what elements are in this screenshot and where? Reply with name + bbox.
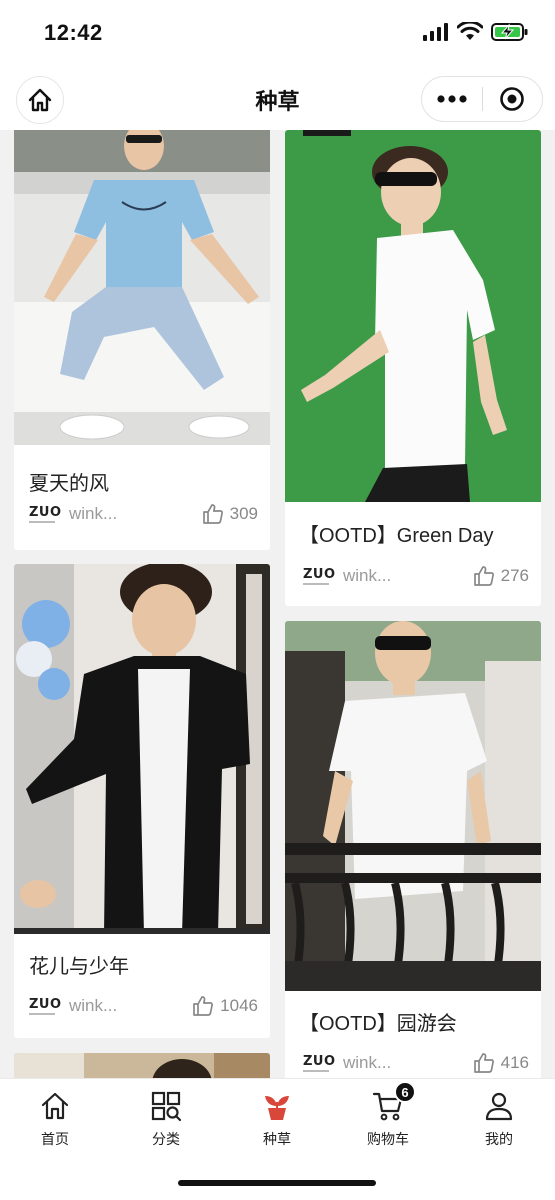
miniprogram-capsule (421, 76, 543, 122)
card-title: 【OOTD】园游会 (299, 1013, 457, 1035)
category-icon (151, 1091, 182, 1122)
close-miniprogram-button[interactable] (483, 77, 543, 121)
outfit-photo (14, 564, 270, 934)
battery-charging-icon (491, 23, 528, 41)
thumbs-up-icon (473, 1053, 494, 1073)
thumbs-up-icon (193, 996, 214, 1016)
like-count: 416 (500, 1053, 529, 1072)
tab-cart[interactable]: 6 购物车 (338, 1081, 438, 1149)
tab-label: 首页 (41, 1131, 69, 1147)
card-meta: ZUO wink... 309 (29, 502, 258, 526)
feed-card[interactable]: 【OOTD】Green Day ZUO wink... 276 (285, 130, 541, 606)
tab-label: 购物车 (367, 1131, 409, 1147)
card-author: wink... (69, 504, 118, 523)
card-meta: ZUO wink... 1046 (29, 994, 258, 1018)
feed-card[interactable]: 【OOTD】园游会 ZUO wink... 416 (285, 621, 541, 1078)
brand-logo: ZUO (303, 1055, 335, 1072)
card-title: 夏天的风 (29, 473, 109, 495)
card-meta: ZUO wink... 276 (303, 564, 529, 588)
nav-bar: 种草 (0, 70, 555, 130)
tab-label: 分类 (152, 1131, 180, 1147)
feed-card-partial[interactable] (14, 1053, 270, 1078)
like-count: 276 (500, 566, 529, 585)
like-count: 1046 (220, 996, 258, 1015)
like-button[interactable]: 1046 (192, 995, 258, 1017)
thumbs-up-icon (202, 504, 223, 524)
outfit-photo (285, 621, 541, 991)
tab-category[interactable]: 分类 (116, 1089, 216, 1149)
card-author: wink... (343, 1053, 392, 1072)
like-button[interactable]: 276 (473, 565, 529, 587)
card-title: 【OOTD】Green Day (299, 525, 494, 547)
card-author: wink... (343, 566, 392, 585)
home-indicator (178, 1180, 376, 1186)
more-button[interactable] (422, 77, 482, 121)
feed-grid: 夏天的风 ZUO wink... 309 【OOTD】Green Day ZUO… (0, 130, 555, 1078)
brand-logo: ZUO (303, 568, 335, 585)
target-close-icon (500, 87, 525, 111)
like-button[interactable]: 309 (202, 503, 258, 525)
profile-icon (485, 1092, 513, 1121)
tab-home[interactable]: 首页 (5, 1089, 105, 1149)
status-time: 12:42 (44, 20, 103, 45)
tab-profile[interactable]: 我的 (449, 1089, 549, 1149)
tab-label: 种草 (263, 1131, 291, 1147)
brand-logo: ZUO (29, 506, 61, 523)
cart-badge: 6 (394, 1081, 416, 1103)
feed-card[interactable]: 花儿与少年 ZUO wink... 1046 (14, 564, 270, 1038)
brand-logo: ZUO (29, 998, 61, 1015)
signal-icon (423, 23, 448, 41)
status-icons (423, 22, 529, 42)
thumbs-up-icon (473, 566, 494, 586)
card-author: wink... (69, 996, 118, 1015)
like-count: 309 (229, 504, 258, 523)
outfit-photo (14, 1053, 270, 1078)
sprout-icon (265, 1096, 289, 1120)
wifi-icon (457, 22, 483, 40)
tab-sprout[interactable]: 种草 (227, 1089, 327, 1149)
like-button[interactable]: 416 (473, 1052, 529, 1074)
feed-card[interactable]: 夏天的风 ZUO wink... 309 (14, 130, 270, 550)
tab-label: 我的 (485, 1131, 513, 1147)
card-title: 花儿与少年 (29, 956, 129, 978)
home-icon (41, 1092, 69, 1120)
outfit-photo (14, 130, 270, 445)
status-bar: 12:42 (0, 0, 555, 70)
outfit-photo (285, 130, 541, 502)
card-meta: ZUO wink... 416 (303, 1051, 529, 1075)
more-dots-icon (437, 95, 467, 103)
